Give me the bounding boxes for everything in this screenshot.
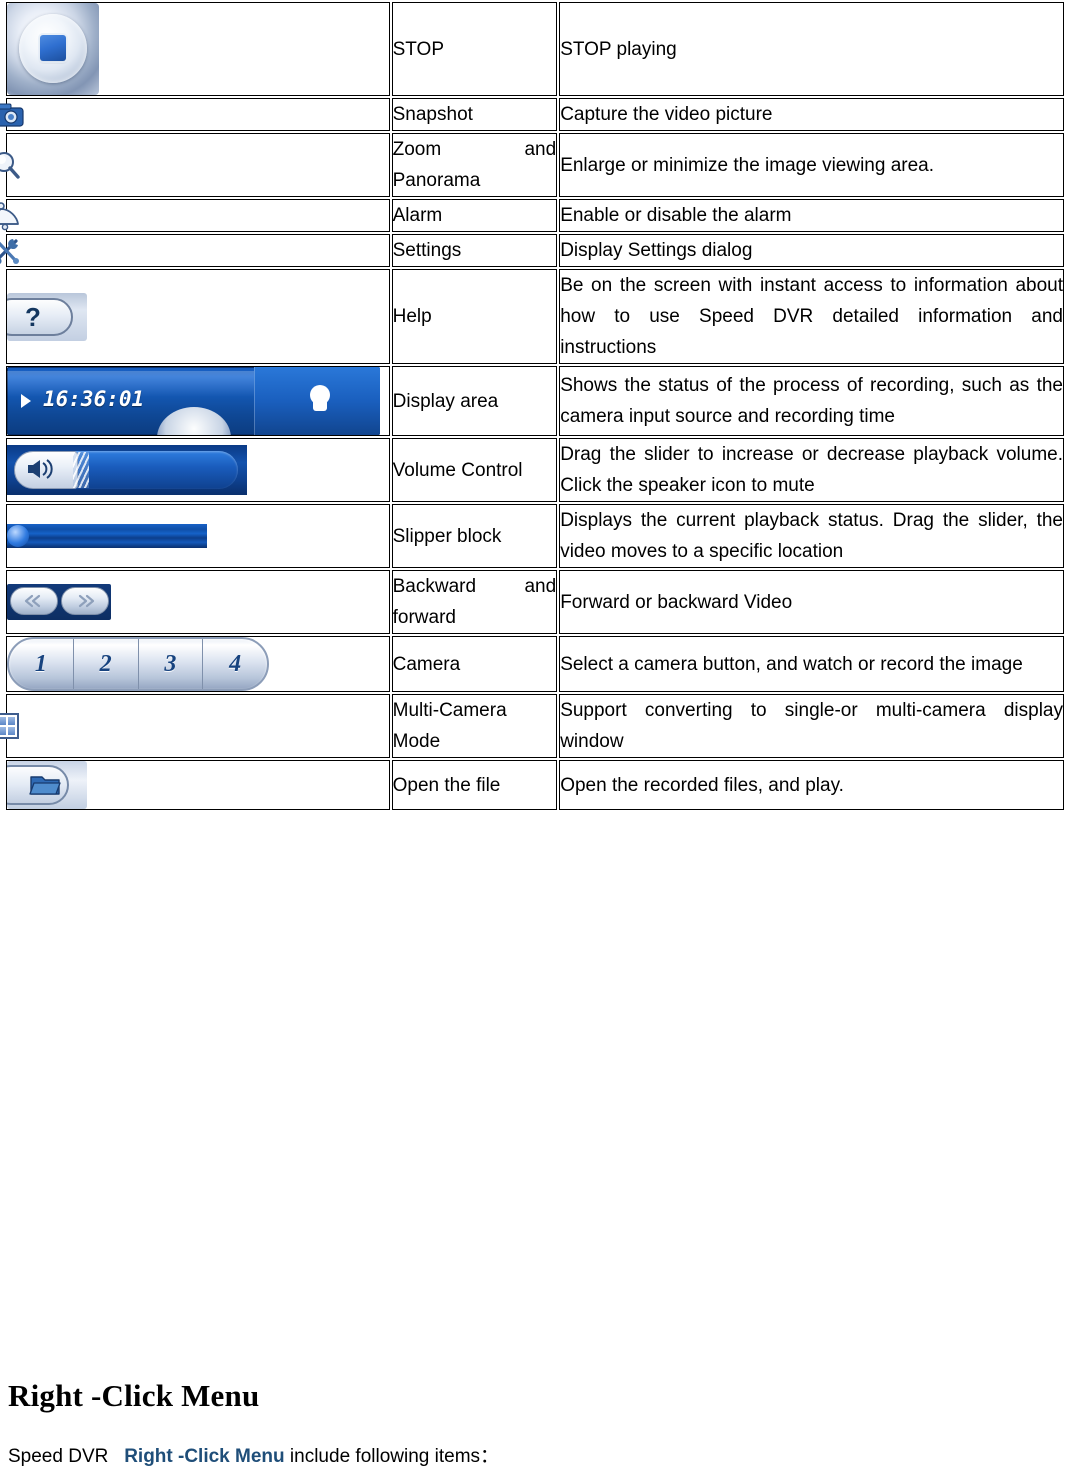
paragraph-suffix: include following items： [289,1446,500,1467]
backward-forward-buttons [7,584,111,620]
feature-name-line-2: Mode [392,731,441,752]
table-row: STOP STOP playing [6,2,1064,96]
play-triangle-icon [21,394,31,408]
icon-cell [6,570,390,634]
table-row: Multi-Camera Mode Support converting to … [0,694,1064,758]
icon-cell [0,133,390,197]
table-row: Alarm Enable or disable the alarm [0,199,1064,232]
feature-description: Display Settings dialog [559,234,1064,267]
icon-cell [0,199,390,232]
feature-name: Zoom and Panorama [391,133,558,197]
paragraph-prefix: Speed DVR [8,1446,109,1467]
feature-name: Snapshot [391,98,558,131]
help-question-icon: ? [7,292,87,341]
camera-button-4: 4 [229,650,242,677]
icon-cell [6,2,390,96]
table-row: Open the file Open the recorded files, a… [6,760,1064,810]
camera-button-1: 1 [9,639,74,689]
progress-track [7,524,207,548]
feature-name: Display area [391,366,558,436]
forward-button-icon [61,587,109,615]
feature-description: Support converting to single-or multi-ca… [559,694,1064,758]
stop-button-icon [7,3,99,95]
feature-name-line-1: Zoom and [392,139,557,160]
feature-name: Camera [391,636,558,692]
slipper-block-widget [7,522,207,550]
table-row: Volume Control Drag the slider to increa… [6,438,1064,502]
slider-thumb [7,525,29,547]
table-row: Settings Display Settings dialog [0,234,1064,267]
feature-description: Displays the current playback status. Dr… [559,504,1064,568]
feature-description: STOP playing [559,2,1064,96]
table-row: Backward and forward Forward or backward… [6,570,1064,634]
feature-description: Forward or backward Video [559,570,1064,634]
toolbar-reference-table: STOP STOP playing Snapshot Capture the v… [0,0,1066,812]
feature-description: Drag the slider to increase or decrease … [559,438,1064,502]
feature-name: Settings [391,234,558,267]
feature-name-line-2: Panorama [392,170,481,191]
document-page: STOP STOP playing Snapshot Capture the v… [0,0,1070,1472]
recording-time: 16:36:01 [43,387,145,411]
table-row: Snapshot Capture the video picture [0,98,1064,131]
feature-name-line-2: forward [392,607,456,628]
feature-name: Help [391,269,558,364]
icon-cell [6,438,390,502]
icon-cell [6,504,390,568]
icon-cell [0,98,390,131]
feature-name-line-1: Backward and [392,576,557,597]
feature-name: STOP [391,2,558,96]
section-heading: Right -Click Menu [8,1378,260,1413]
table-row: Zoom and Panorama Enlarge or minimize th… [0,133,1064,197]
feature-description: Enable or disable the alarm [559,199,1064,232]
backward-button-icon [10,587,58,615]
open-file-folder-icon [7,761,87,809]
table-row: 16:36:01 Display area Shows the status o… [6,366,1064,436]
icon-cell: 1 2 3 4 [6,636,390,692]
paragraph-emphasis: Right -Click Menu [124,1446,285,1467]
question-mark-glyph: ? [25,301,41,332]
feature-description: Select a camera button, and watch or rec… [559,636,1064,692]
feature-description: Capture the video picture [559,98,1064,131]
volume-control-widget [7,445,247,495]
speaker-icon [26,458,56,485]
camera-button-2: 2 [74,639,139,689]
icon-cell [6,760,390,810]
icon-cell [0,234,390,267]
feature-description: Be on the screen with instant access to … [559,269,1064,364]
section-paragraph: Speed DVR Right -Click Menu include foll… [8,1444,499,1470]
camera-selector-widget: 1 2 3 4 [7,637,269,691]
feature-name: Backward and forward [391,570,558,634]
feature-description: Open the recorded files, and play. [559,760,1064,810]
display-area-widget: 16:36:01 [7,367,380,435]
table-row: ? Help Be on the screen with instant acc… [6,269,1064,364]
webcam-icon [310,385,330,411]
feature-name-line-1: Multi-Camera [392,700,507,721]
icon-cell [0,694,390,758]
feature-name: Volume Control [391,438,558,502]
feature-description: Shows the status of the process of recor… [559,366,1064,436]
camera-button-3: 3 [139,639,204,689]
feature-name: Alarm [391,199,558,232]
icon-cell: 16:36:01 [6,366,390,436]
feature-name: Open the file [391,760,558,810]
icon-cell: ? [6,269,390,364]
table-row: 1 2 3 4 Camera Select a camera button, a… [6,636,1064,692]
feature-name: Multi-Camera Mode [391,694,558,758]
feature-description: Enlarge or minimize the image viewing ar… [559,133,1064,197]
feature-name: Slipper block [391,504,558,568]
table-row: Slipper block Displays the current playb… [6,504,1064,568]
